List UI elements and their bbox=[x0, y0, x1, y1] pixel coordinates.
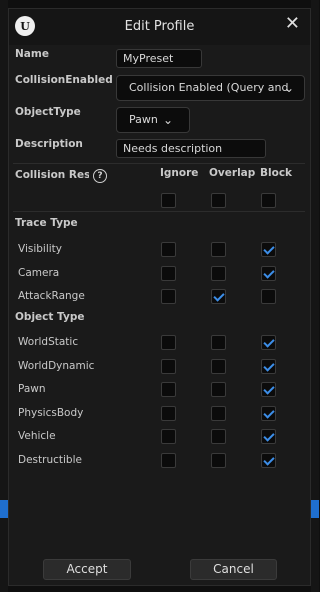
column-ignore: Ignore bbox=[160, 167, 199, 179]
description-label: Description bbox=[15, 138, 83, 150]
block-checkbox[interactable] bbox=[261, 242, 276, 257]
ignore-checkbox[interactable] bbox=[161, 382, 176, 397]
object-type-dropdown[interactable]: Pawn ⌄ bbox=[116, 107, 190, 133]
block-checkbox[interactable] bbox=[261, 289, 276, 304]
overlap-checkbox[interactable] bbox=[211, 242, 226, 257]
block-all-checkbox[interactable] bbox=[261, 193, 276, 208]
object-type-section-label: Object Type bbox=[15, 311, 85, 323]
ignore-checkbox[interactable] bbox=[161, 242, 176, 257]
collision-enabled-label: CollisionEnabled bbox=[15, 74, 113, 86]
object-row-label: PhysicsBody bbox=[18, 406, 84, 419]
background-selection-right bbox=[311, 500, 319, 518]
ignore-checkbox[interactable] bbox=[161, 335, 176, 350]
ignore-checkbox[interactable] bbox=[161, 405, 176, 421]
ignore-checkbox[interactable] bbox=[161, 265, 176, 281]
collision-enabled-dropdown[interactable]: Collision Enabled (Query and ⌄ bbox=[116, 75, 305, 101]
chevron-down-icon: ⌄ bbox=[162, 113, 173, 127]
overlap-checkbox[interactable] bbox=[211, 452, 226, 468]
column-overlap: Overlap bbox=[209, 167, 256, 179]
collision-responses-label: Collision Respo bbox=[15, 169, 89, 181]
overlap-checkbox[interactable] bbox=[211, 335, 226, 350]
object-row-label: WorldDynamic bbox=[18, 359, 95, 372]
column-block: Block bbox=[260, 167, 293, 179]
block-checkbox[interactable] bbox=[261, 335, 276, 350]
object-type-value: Pawn bbox=[129, 113, 158, 126]
trace-row-label: Visibility bbox=[18, 243, 63, 255]
ignore-checkbox[interactable] bbox=[161, 429, 176, 444]
overlap-checkbox[interactable] bbox=[211, 358, 226, 374]
help-icon[interactable]: ? bbox=[93, 169, 107, 183]
separator bbox=[13, 163, 305, 164]
accept-button[interactable]: Accept bbox=[43, 559, 131, 580]
title-bar: U Edit Profile ✕ bbox=[9, 9, 310, 45]
overlap-checkbox[interactable] bbox=[211, 405, 226, 421]
trace-row-label: AttackRange bbox=[18, 290, 85, 302]
object-row-label: WorldStatic bbox=[18, 336, 79, 348]
overlap-checkbox[interactable] bbox=[211, 382, 226, 397]
object-row-label: Destructible bbox=[18, 453, 82, 466]
object-row-label: Pawn bbox=[18, 383, 46, 395]
name-label: Name bbox=[15, 48, 49, 60]
block-checkbox[interactable] bbox=[261, 405, 276, 421]
close-icon[interactable]: ✕ bbox=[285, 13, 300, 34]
block-checkbox[interactable] bbox=[261, 358, 276, 374]
ignore-all-checkbox[interactable] bbox=[161, 193, 176, 208]
block-checkbox[interactable] bbox=[261, 429, 276, 444]
name-field[interactable]: MyPreset bbox=[116, 49, 202, 68]
overlap-checkbox[interactable] bbox=[211, 429, 226, 444]
collision-enabled-value: Collision Enabled (Query and bbox=[129, 81, 289, 94]
block-checkbox[interactable] bbox=[261, 452, 276, 468]
overlap-checkbox[interactable] bbox=[211, 265, 226, 281]
chevron-down-icon: ⌄ bbox=[283, 81, 294, 95]
overlap-all-checkbox[interactable] bbox=[211, 193, 226, 208]
dialog-title: Edit Profile bbox=[124, 19, 195, 34]
description-field[interactable]: Needs description bbox=[116, 139, 266, 158]
overlap-checkbox[interactable] bbox=[211, 289, 226, 304]
ignore-checkbox[interactable] bbox=[161, 289, 176, 304]
object-row-label: Vehicle bbox=[18, 430, 56, 442]
object-type-label: ObjectType bbox=[15, 106, 81, 118]
ignore-checkbox[interactable] bbox=[161, 358, 176, 374]
trace-type-section-label: Trace Type bbox=[15, 217, 78, 229]
block-checkbox[interactable] bbox=[261, 265, 276, 281]
ignore-checkbox[interactable] bbox=[161, 452, 176, 468]
block-checkbox[interactable] bbox=[261, 382, 276, 397]
separator bbox=[13, 211, 305, 212]
edit-profile-dialog: U Edit Profile ✕ Name MyPreset Collision… bbox=[8, 8, 311, 586]
trace-row-label: Camera bbox=[18, 266, 60, 279]
cancel-button[interactable]: Cancel bbox=[190, 559, 277, 580]
background-selection-left bbox=[0, 500, 8, 518]
